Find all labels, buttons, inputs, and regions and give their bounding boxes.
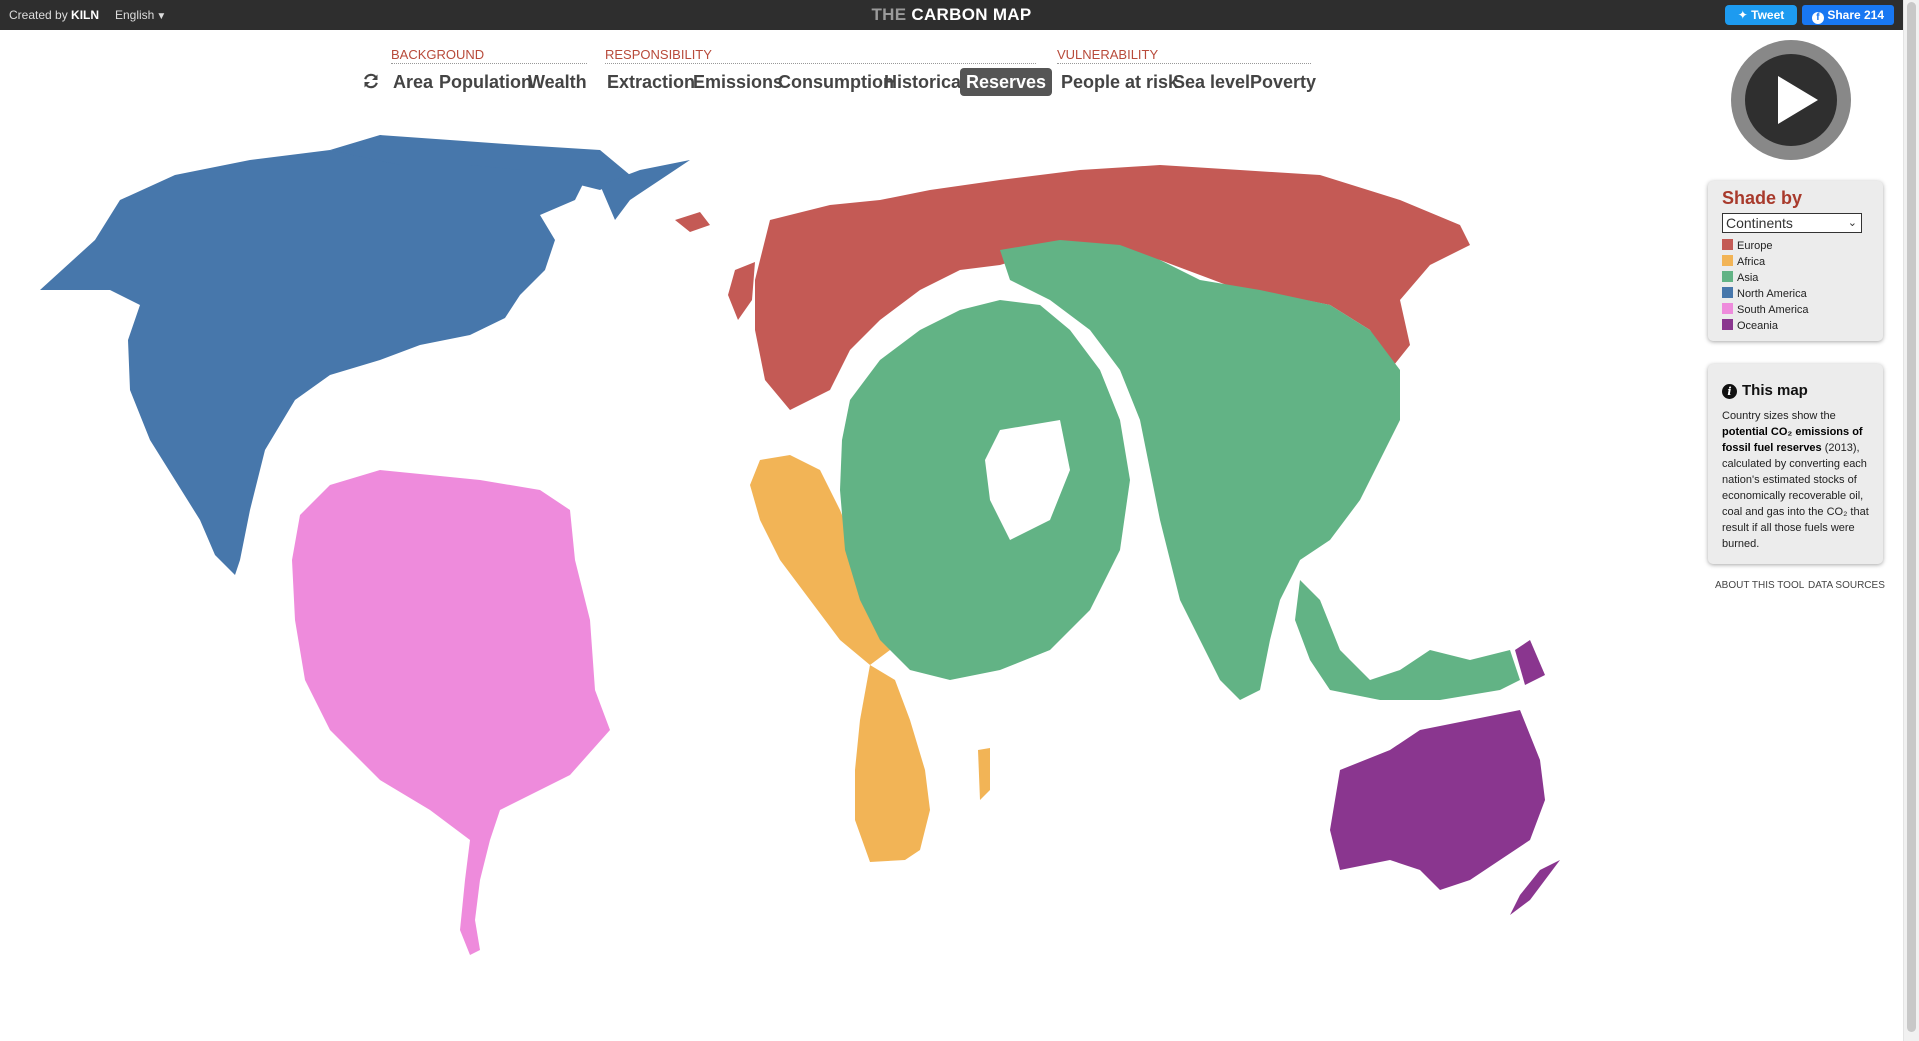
refresh-icon[interactable] <box>362 72 380 90</box>
shade-by-select[interactable]: Continents ⌄ <box>1722 213 1862 233</box>
description-start: Country sizes show the <box>1722 410 1836 422</box>
legend-item-africa: Africa <box>1722 254 1809 270</box>
app-title-main: CARBON MAP <box>911 5 1032 24</box>
nav-extraction[interactable]: Extraction <box>607 68 695 96</box>
this-map-title-text: This map <box>1742 382 1808 399</box>
this-map-description: Country sizes show the potential CO₂ emi… <box>1722 408 1872 552</box>
top-bar: Created by KILN English ▼ THE CARBON MAP ✦… <box>0 0 1903 30</box>
continent-south-america[interactable] <box>292 470 610 955</box>
continent-asia[interactable] <box>840 240 1520 700</box>
legend-label: South America <box>1737 304 1809 316</box>
continent-legend: Europe Africa Asia North America South A… <box>1722 238 1809 334</box>
twitter-icon: ✦ <box>1737 8 1748 22</box>
facebook-icon: f <box>1811 12 1824 24</box>
asia-middle-east-shape <box>840 300 1130 680</box>
uk-shape <box>728 262 755 320</box>
australia-shape <box>1330 710 1545 890</box>
legend-item-asia: Asia <box>1722 270 1809 286</box>
app-title-prefix: THE <box>871 5 907 24</box>
chevron-down-icon: ⌄ <box>1847 217 1857 229</box>
vulnerability-group-label: VULNERABILITY <box>1057 47 1311 64</box>
legend-item-north-america: North America <box>1722 286 1809 302</box>
nav-historical[interactable]: Historical <box>884 68 966 96</box>
legend-label: Europe <box>1737 240 1773 252</box>
nav-poverty[interactable]: Poverty <box>1250 68 1316 96</box>
nav-emissions[interactable]: Emissions <box>693 68 783 96</box>
responsibility-group-label: RESPONSIBILITY <box>605 47 1036 64</box>
description-end: (2013), calculated by converting each na… <box>1722 442 1869 550</box>
play-button-inner <box>1745 54 1837 146</box>
nav-wealth[interactable]: Wealth <box>528 68 587 96</box>
cartogram-map <box>40 135 1560 955</box>
shade-by-title: Shade by <box>1722 188 1803 208</box>
new-guinea-shape <box>1515 640 1545 685</box>
page-scrollbar[interactable] <box>1903 0 1919 1041</box>
app-title: THE CARBON MAP <box>0 5 1903 25</box>
southeast-asia-shape <box>1295 580 1520 700</box>
legend-label: North America <box>1737 288 1807 300</box>
nav-consumption[interactable]: Consumption <box>778 68 894 96</box>
legend-swatch <box>1722 303 1733 314</box>
info-icon: i <box>1722 384 1737 399</box>
about-this-tool-link[interactable]: ABOUT THIS TOOL <box>1715 580 1804 591</box>
legend-item-south-america: South America <box>1722 302 1809 318</box>
legend-item-europe: Europe <box>1722 238 1809 254</box>
play-icon <box>1778 76 1818 124</box>
nav-people-at-risk[interactable]: People at risk <box>1061 68 1178 96</box>
shade-by-selected: Continents <box>1726 215 1793 231</box>
legend-swatch <box>1722 271 1733 282</box>
nav-sea-level[interactable]: Sea level <box>1173 68 1250 96</box>
scrollbar-thumb[interactable] <box>1907 2 1916 1032</box>
legend-label: Africa <box>1737 256 1766 268</box>
play-button[interactable] <box>1731 40 1851 160</box>
iceland-shape <box>675 212 710 232</box>
legend-label: Oceania <box>1737 320 1778 332</box>
this-map-title: i This map <box>1722 382 1808 399</box>
legend-swatch <box>1722 239 1733 250</box>
nav-population[interactable]: Population <box>439 68 532 96</box>
legend-swatch <box>1722 319 1733 330</box>
south-america-shape <box>292 470 610 955</box>
legend-swatch <box>1722 255 1733 266</box>
nav-reserves[interactable]: Reserves <box>960 68 1053 96</box>
africa-south-shape <box>855 665 930 862</box>
facebook-share-button[interactable]: f Share 214 <box>1802 5 1894 25</box>
tweet-button[interactable]: ✦ Tweet <box>1725 5 1797 25</box>
this-map-panel: i This map Country sizes show the potenti… <box>1708 364 1883 564</box>
legend-swatch <box>1722 287 1733 298</box>
data-sources-link[interactable]: DATA SOURCES <box>1808 580 1885 591</box>
legend-label: Asia <box>1737 272 1759 284</box>
madagascar-shape <box>978 748 990 800</box>
tweet-label: Tweet <box>1751 8 1785 22</box>
shade-by-panel: Shade by Continents ⌄ Europe Africa Asia… <box>1708 181 1883 341</box>
background-group-label: BACKGROUND <box>391 47 587 64</box>
nav-area[interactable]: Area <box>393 68 433 96</box>
legend-item-oceania: Oceania <box>1722 318 1809 334</box>
share-label: Share 214 <box>1827 8 1885 22</box>
new-zealand-shape <box>1510 860 1560 915</box>
